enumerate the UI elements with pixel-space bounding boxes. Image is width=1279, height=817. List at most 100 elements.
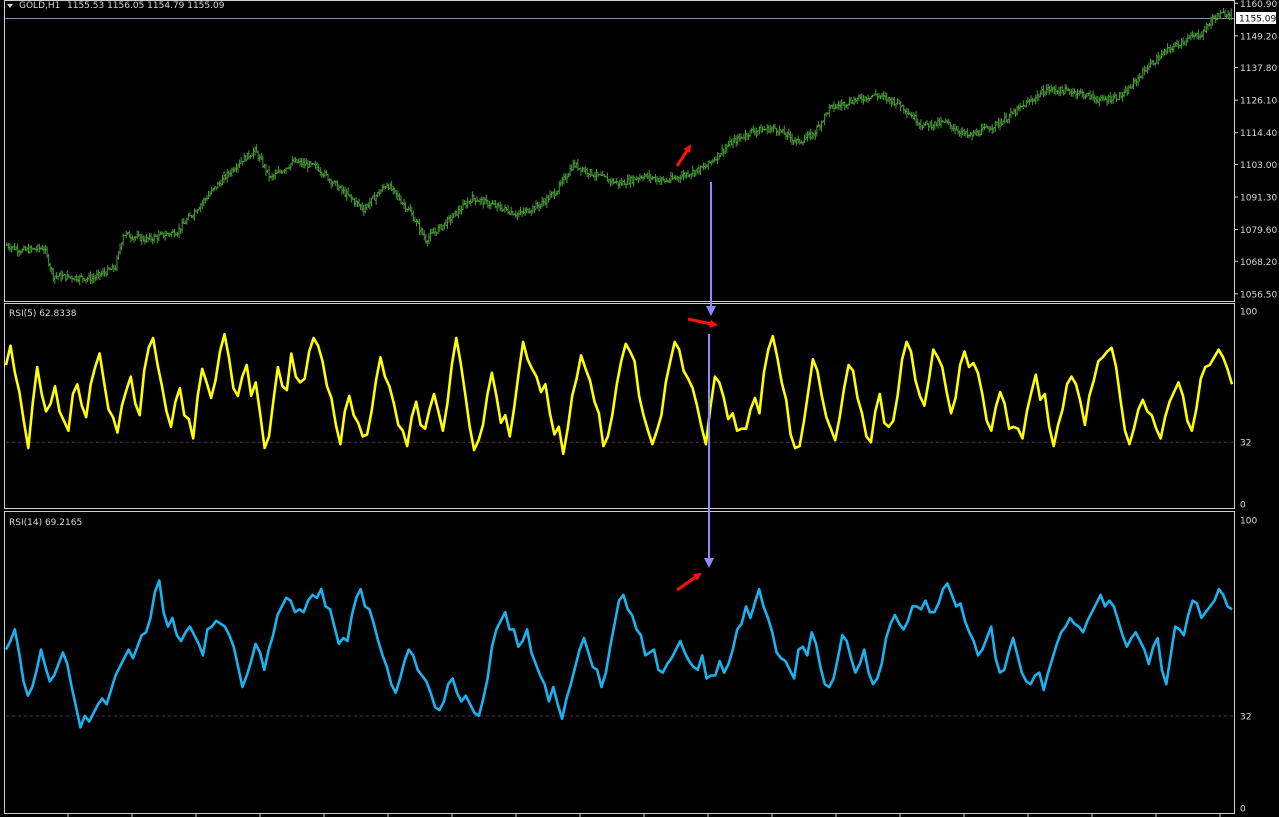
price-bar xyxy=(731,138,735,148)
price-bar xyxy=(654,174,657,183)
price-bar xyxy=(283,168,286,174)
chart-window[interactable]: GOLD,H1 1155.53 1156.05 1154.79 1155.09 … xyxy=(0,0,1279,817)
price-bar xyxy=(550,191,553,198)
price-bar xyxy=(1122,88,1126,98)
price-bar xyxy=(86,276,89,282)
last-price-label: 1155.09 xyxy=(1239,15,1276,25)
price-bar xyxy=(1155,53,1158,65)
price-bar xyxy=(697,164,701,175)
price-bar xyxy=(252,147,255,159)
price-bar xyxy=(1009,107,1013,119)
rsi-tick-label: 32 xyxy=(1240,712,1251,722)
price-bar xyxy=(412,210,415,221)
price-bar xyxy=(1014,108,1017,118)
price-bar xyxy=(182,218,185,225)
price-bar xyxy=(840,99,843,111)
price-bar xyxy=(612,178,615,185)
price-bar xyxy=(1046,83,1050,93)
red-arrow-rsi5[interactable] xyxy=(687,317,718,328)
price-bar xyxy=(947,118,950,125)
price-bar xyxy=(1053,86,1056,95)
price-tick-label: 1091.30 xyxy=(1240,193,1277,203)
price-bar xyxy=(727,140,730,148)
price-bar xyxy=(1211,13,1214,26)
price-bar xyxy=(104,271,108,277)
price-bar xyxy=(1057,86,1061,97)
price-bar xyxy=(148,232,151,241)
price-bar xyxy=(913,113,916,121)
price-bar xyxy=(457,205,460,219)
price-bar xyxy=(173,229,176,238)
price-bar xyxy=(952,123,955,132)
price-bar xyxy=(632,175,635,187)
price-bar xyxy=(1202,29,1205,41)
price-bar xyxy=(747,133,750,141)
price-bar xyxy=(936,117,940,129)
price-bar xyxy=(809,128,812,141)
price-bar xyxy=(274,169,277,180)
price-bar xyxy=(894,102,898,109)
price-bar xyxy=(584,166,587,175)
price-bar xyxy=(142,235,145,242)
price-bar xyxy=(22,245,26,251)
price-bar xyxy=(686,170,690,178)
price-bar xyxy=(368,197,372,210)
price-bar xyxy=(925,120,929,126)
price-bar xyxy=(187,212,190,221)
price-bar xyxy=(928,121,932,128)
price-bar xyxy=(483,197,486,205)
price-bar xyxy=(846,103,850,110)
price-bar xyxy=(480,196,483,205)
price-bar xyxy=(1091,90,1095,101)
price-bar xyxy=(1132,77,1135,90)
price-bar xyxy=(1174,41,1177,47)
price-bar xyxy=(80,272,83,278)
price-bar xyxy=(534,200,538,210)
price-bar xyxy=(75,274,78,282)
price-bar xyxy=(238,159,241,169)
price-bar xyxy=(1026,97,1030,104)
price-bar xyxy=(21,248,24,253)
price-bar xyxy=(525,206,528,213)
price-bar xyxy=(249,154,252,160)
price-bar xyxy=(766,124,769,135)
price-bar xyxy=(222,171,226,184)
price-bar xyxy=(977,129,980,137)
price-bar xyxy=(345,188,348,201)
triangle-down-icon[interactable] xyxy=(7,4,13,8)
price-bar xyxy=(315,162,319,171)
red-arrow-price[interactable] xyxy=(675,144,692,167)
price-bar xyxy=(378,189,381,197)
price-bar xyxy=(748,129,752,138)
price-bar xyxy=(617,181,620,189)
price-bar xyxy=(52,267,55,282)
price-bar xyxy=(1126,86,1129,97)
price-bar xyxy=(956,126,960,135)
price-bar xyxy=(437,224,440,235)
price-bar xyxy=(1133,77,1137,84)
price-bar xyxy=(997,118,1000,129)
price-bar xyxy=(961,127,964,136)
price-bar xyxy=(359,204,362,211)
rsi5-title: RSI(5) 62.8338 xyxy=(9,309,77,319)
price-bar xyxy=(696,167,699,174)
price-bar xyxy=(277,166,280,174)
price-bar xyxy=(64,273,67,282)
chart-svg[interactable]: GOLD,H1 1155.53 1156.05 1154.79 1155.09 … xyxy=(0,0,1279,817)
price-bar xyxy=(143,235,147,245)
price-bar xyxy=(579,167,583,176)
price-bar xyxy=(939,116,943,128)
price-bar xyxy=(724,144,727,154)
price-bar xyxy=(725,143,729,153)
price-bar xyxy=(783,125,786,135)
price-bar xyxy=(16,243,19,257)
price-bar xyxy=(927,123,930,132)
price-bar xyxy=(333,180,336,184)
price-tick-label: 1103.00 xyxy=(1240,161,1277,171)
price-bar xyxy=(694,169,698,177)
red-arrow-rsi14[interactable] xyxy=(676,572,702,592)
price-bar xyxy=(699,165,702,175)
rsi14-series: 100 32 0 xyxy=(4,517,1257,815)
price-bar xyxy=(1079,88,1082,95)
price-bar xyxy=(880,93,884,100)
